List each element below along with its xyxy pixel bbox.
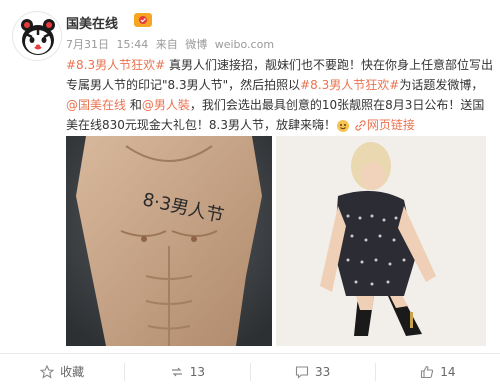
emoji-icon (337, 119, 349, 132)
repost-icon (171, 367, 182, 376)
post-image-left[interactable]: 8·3男人节 (66, 136, 272, 346)
comment-icon (295, 365, 309, 379)
link-icon (355, 120, 366, 131)
post-body: #8.3男人节狂欢# 真男人们速接招，靓妹们也不要跑！快在你身上任意部位写出专属… (66, 55, 494, 135)
favorite-button[interactable]: 收藏 (0, 362, 126, 381)
account-name[interactable]: 国美在线 (66, 13, 118, 32)
post-meta: 7月31日 15:44 来自 微博 weibo.com (66, 36, 278, 52)
post-source[interactable]: 微博 (185, 38, 207, 51)
like-count: 14 (440, 364, 456, 379)
mention-link[interactable]: @国美在线 (66, 98, 126, 112)
comment-button[interactable]: 33 (251, 362, 376, 381)
repost-count: 13 (189, 364, 206, 379)
post-source-domain: weibo.com (214, 38, 275, 51)
model-photo-icon (276, 136, 486, 346)
weibo-post-card: 国美在线 7月31日 15:44 来自 微博 weibo.com #8.3男人节… (0, 0, 500, 389)
verified-vip-icon (134, 13, 152, 27)
comment-count: 33 (314, 364, 331, 379)
repost-button[interactable]: 13 (125, 362, 251, 381)
post-text-segment: 为话题发微博， (399, 78, 484, 92)
mention-link[interactable]: @男人裝 (142, 98, 190, 112)
post-date[interactable]: 7月31日 (66, 38, 109, 51)
topic-link[interactable]: #8.3男人节狂欢# (300, 78, 399, 92)
post-time[interactable]: 15:44 (117, 38, 149, 51)
web-link[interactable]: 网页链接 (367, 118, 415, 132)
topic-link[interactable]: #8.3男人节狂欢# (66, 58, 165, 72)
source-prefix: 来自 (155, 38, 178, 51)
account-avatar[interactable] (12, 11, 62, 61)
torso-photo-icon: 8·3男人节 (66, 136, 272, 346)
star-icon (40, 364, 55, 379)
thumbs-up-icon (421, 365, 434, 378)
post-text-segment: 和 (126, 98, 142, 112)
post-image-right[interactable] (276, 136, 486, 346)
favorite-label: 收藏 (60, 365, 85, 379)
like-button[interactable]: 14 (376, 363, 500, 381)
action-bar: 收藏 13 33 14 (0, 353, 500, 389)
tiger-logo-icon (14, 13, 61, 60)
